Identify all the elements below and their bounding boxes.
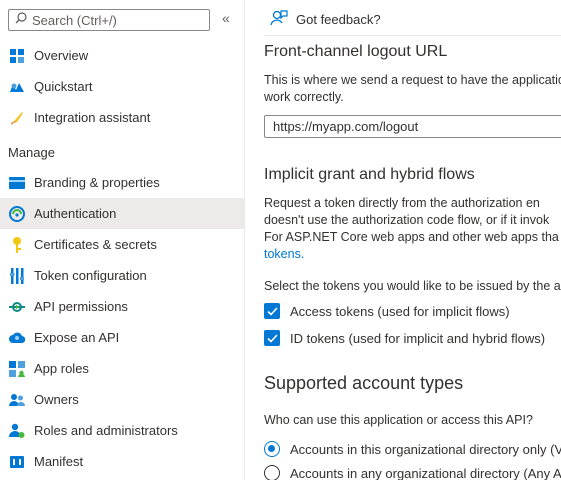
sidebar-item-api-permissions[interactable]: API permissions: [0, 291, 244, 322]
sidebar-item-label: API permissions: [34, 299, 128, 314]
key-icon: [9, 236, 25, 253]
id-tokens-option[interactable]: ID tokens (used for implicit and hybrid …: [264, 330, 545, 346]
branding-icon: [9, 175, 25, 191]
sidebar-item-label: Authentication: [34, 206, 117, 221]
implicit-desc-line3: For ASP.NET Core web apps and other web …: [264, 230, 559, 244]
logout-url-input[interactable]: [264, 115, 561, 138]
account-option-multi-tenant[interactable]: Accounts in any organizational directory…: [264, 465, 561, 480]
access-tokens-checkbox[interactable]: [264, 303, 280, 319]
implicit-grant-heading: Implicit grant and hybrid flows: [264, 166, 475, 183]
sidebar-item-label: Quickstart: [34, 79, 93, 94]
sidebar: Search (Ctrl+/) « Overview Quickstart In…: [0, 0, 245, 480]
token-config-icon: [9, 267, 25, 284]
sidebar-item-branding-properties[interactable]: Branding & properties: [0, 167, 244, 198]
implicit-desc-line2: doesn't use the authorization code flow,…: [264, 213, 550, 227]
single-tenant-radio[interactable]: [264, 441, 280, 457]
sidebar-item-label: Token configuration: [34, 268, 147, 283]
sidebar-item-label: Certificates & secrets: [34, 237, 157, 252]
sidebar-item-label: Integration assistant: [34, 110, 151, 125]
search-icon: [15, 11, 27, 29]
sidebar-item-label: Roles and administrators: [34, 423, 178, 438]
cloud-icon: [9, 330, 25, 346]
implicit-desc-line1: Request a token directly from the author…: [264, 196, 540, 210]
integration-assistant-icon: [9, 110, 25, 126]
sidebar-nav: Overview Quickstart Integration assistan…: [0, 40, 244, 477]
sidebar-item-authentication[interactable]: Authentication: [0, 198, 244, 229]
app-roles-icon: [9, 360, 25, 377]
logout-desc-line2: work correctly.: [264, 90, 344, 104]
logout-url-heading: Front-channel logout URL: [264, 43, 448, 60]
account-types-heading: Supported account types: [264, 373, 464, 393]
quickstart-icon: [9, 79, 25, 95]
manifest-icon: [9, 454, 25, 470]
access-tokens-option[interactable]: Access tokens (used for implicit flows): [264, 303, 510, 319]
select-tokens-prompt: Select the tokens you would like to be i…: [264, 279, 561, 293]
sidebar-item-certificates-secrets[interactable]: Certificates & secrets: [0, 229, 244, 260]
collapse-sidebar-button[interactable]: «: [222, 10, 230, 26]
sidebar-item-label: Manifest: [34, 454, 84, 469]
sidebar-item-manifest[interactable]: Manifest: [0, 446, 244, 477]
account-types-question: Who can use this application or access t…: [264, 413, 533, 427]
feedback-icon: [270, 10, 288, 29]
owners-icon: [9, 392, 25, 408]
multi-tenant-radio[interactable]: [264, 465, 280, 480]
tokens-link[interactable]: tokens.: [264, 246, 304, 263]
sidebar-item-label: Branding & properties: [34, 175, 160, 190]
sidebar-item-quickstart[interactable]: Quickstart: [0, 71, 244, 102]
main-content: Got feedback? Front-channel logout URL T…: [244, 0, 561, 480]
sidebar-item-app-roles[interactable]: App roles: [0, 353, 244, 384]
id-tokens-checkbox[interactable]: [264, 330, 280, 346]
sidebar-item-owners[interactable]: Owners: [0, 384, 244, 415]
logout-desc-line1: This is where we send a request to have …: [264, 73, 561, 87]
sidebar-item-label: Owners: [34, 392, 79, 407]
api-permissions-icon: [9, 299, 25, 315]
multi-tenant-label: Accounts in any organizational directory…: [290, 465, 561, 480]
section-label-manage: Manage: [8, 144, 55, 160]
sidebar-item-label: Overview: [34, 48, 89, 63]
sidebar-item-token-configuration[interactable]: Token configuration: [0, 260, 244, 291]
authentication-icon: [9, 205, 25, 222]
access-tokens-label: Access tokens (used for implicit flows): [290, 303, 510, 319]
feedback-button[interactable]: Got feedback?: [270, 10, 381, 29]
divider: [264, 35, 561, 36]
single-tenant-label: Accounts in this organizational director…: [290, 441, 561, 457]
sidebar-item-expose-an-api[interactable]: Expose an API: [0, 322, 244, 353]
sidebar-item-overview[interactable]: Overview: [0, 40, 244, 71]
sidebar-item-label: App roles: [34, 361, 89, 376]
search-box[interactable]: Search (Ctrl+/): [8, 9, 210, 31]
feedback-label: Got feedback?: [296, 12, 381, 27]
sidebar-item-roles-administrators[interactable]: Roles and administrators: [0, 415, 244, 446]
search-placeholder: Search (Ctrl+/): [32, 12, 117, 28]
overview-icon: [9, 48, 25, 64]
sidebar-item-integration-assistant[interactable]: Integration assistant: [0, 102, 244, 133]
id-tokens-label: ID tokens (used for implicit and hybrid …: [290, 330, 546, 346]
account-option-single-tenant[interactable]: Accounts in this organizational director…: [264, 441, 561, 457]
sidebar-item-label: Expose an API: [34, 330, 120, 345]
roles-icon: [9, 423, 25, 439]
